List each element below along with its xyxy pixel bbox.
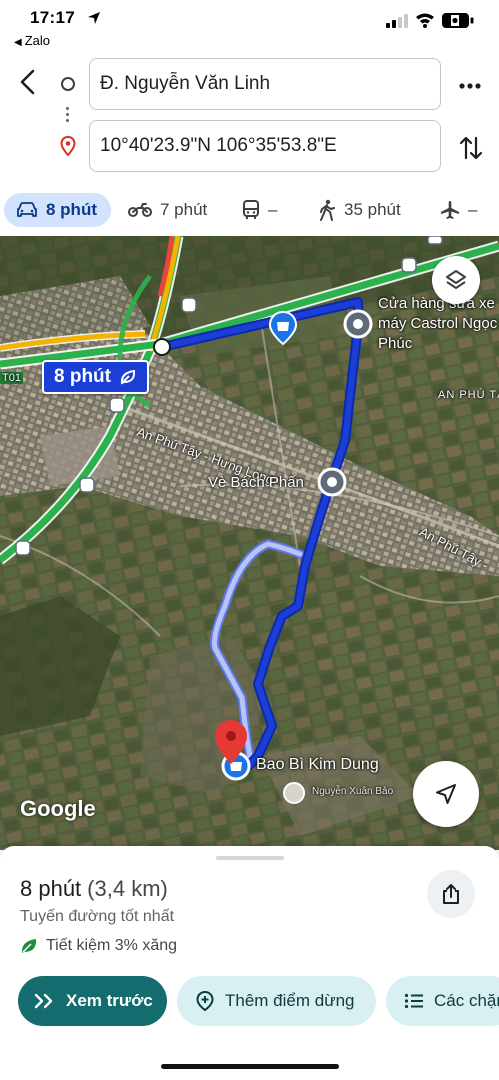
bus-icon xyxy=(243,200,259,219)
add-stop-label: Thêm điểm dừng xyxy=(225,991,355,1010)
back-to-app-link[interactable]: ◀ Zalo xyxy=(14,33,50,48)
wifi-icon xyxy=(416,13,434,28)
shop-name-label[interactable]: Cửa hàng sửa xe máy Castrol Ngọc Phúc xyxy=(378,294,499,354)
plane-icon xyxy=(441,201,459,219)
add-stop-button[interactable]: Thêm điểm dừng xyxy=(177,976,376,1026)
mode-flight-chip[interactable]: – xyxy=(440,193,477,227)
destination-place-label[interactable]: Bao Bì Kim Dung xyxy=(256,756,379,774)
fuel-saving-label: Tiết kiệm 3% xăng xyxy=(46,937,178,954)
waypoint-marker-icon[interactable] xyxy=(343,309,373,339)
route-description: Tuyến đường tốt nhất xyxy=(20,908,175,925)
origin-circle-icon xyxy=(61,77,75,91)
mode-motorbike-chip[interactable]: 7 phút xyxy=(128,193,207,227)
back-app-label: Zalo xyxy=(24,33,50,48)
back-triangle-icon: ◀ xyxy=(14,37,22,48)
origin-input[interactable]: Đ. Nguyễn Văn Linh xyxy=(89,58,441,110)
route-connector-dots xyxy=(66,104,70,124)
mode-walk-label: 35 phút xyxy=(344,200,401,219)
mode-flight-label: – xyxy=(468,200,478,219)
walk-icon xyxy=(320,199,335,221)
area-label: AN PHÚ TÂ xyxy=(438,389,499,401)
cellular-signal-icon xyxy=(386,14,408,28)
navigation-arrow-icon xyxy=(436,784,456,804)
mode-transit-chip[interactable]: – xyxy=(242,193,277,227)
status-bar: 17:17 ◀ Zalo xyxy=(0,0,499,52)
more-options-icon[interactable] xyxy=(455,74,485,98)
mode-motorbike-label: 7 phút xyxy=(160,200,208,219)
battery-icon xyxy=(442,13,474,28)
layers-button[interactable] xyxy=(432,256,480,304)
status-time: 17:17 xyxy=(30,8,75,27)
eco-leaf-icon xyxy=(120,369,136,385)
add-stop-pin-icon xyxy=(196,990,214,1012)
recenter-button[interactable] xyxy=(413,761,479,827)
swap-direction-icon[interactable] xyxy=(459,134,483,162)
route-panel: Đ. Nguyễn Văn Linh 10°40'23.9"N 106°35'5… xyxy=(0,52,499,182)
place-label[interactable]: Vè Bách Phấn xyxy=(208,474,304,491)
car-icon xyxy=(17,202,37,217)
route-time-label: 8 phút xyxy=(54,366,111,387)
mode-transit-label: – xyxy=(268,200,278,219)
preview-button-label: Xem trước xyxy=(66,991,153,1010)
route-summary-sheet: 8 phút (3,4 km) Tuyến đường tốt nhất Tiết… xyxy=(0,846,499,1080)
destination-pin-icon xyxy=(60,136,76,156)
back-arrow-icon[interactable] xyxy=(12,66,44,98)
destination-input[interactable]: 10°40'23.9"N 106°35'53.8"E xyxy=(89,120,441,172)
list-icon xyxy=(404,993,423,1009)
home-indicator[interactable] xyxy=(161,1064,339,1069)
eco-leaf-icon xyxy=(21,939,37,953)
highway-tag-label: T01 xyxy=(0,372,23,384)
mode-drive-chip[interactable]: 8 phút xyxy=(4,193,111,227)
share-icon xyxy=(443,884,459,904)
location-arrow-icon xyxy=(88,12,100,24)
double-chevron-icon xyxy=(34,993,53,1009)
waypoint-marker-icon[interactable] xyxy=(317,467,347,497)
user-name-label: Nguyễn Xuân Bảo xyxy=(312,786,394,797)
google-logo: Google xyxy=(20,796,96,821)
steps-label: Các chặng xyxy=(434,991,499,1010)
sheet-grabber[interactable] xyxy=(216,856,284,860)
preview-button[interactable]: Xem trước xyxy=(18,976,167,1026)
share-button[interactable] xyxy=(427,870,475,918)
summary-duration: 8 phút xyxy=(20,876,82,901)
mode-walk-chip[interactable]: 35 phút xyxy=(318,193,401,227)
layers-icon xyxy=(446,270,466,289)
summary-time: 8 phút (3,4 km) xyxy=(20,876,168,902)
route-time-badge[interactable]: 8 phút xyxy=(42,360,149,394)
motorbike-icon xyxy=(128,203,152,217)
steps-button[interactable]: Các chặng xyxy=(386,976,499,1026)
fuel-saving-note: Tiết kiệm 3% xăng xyxy=(20,937,177,955)
summary-distance: (3,4 km) xyxy=(87,876,168,901)
mode-drive-label: 8 phút xyxy=(46,200,97,219)
map-view[interactable]: T01 Cửa hàng sửa xe máy Castrol Ngọc Phú… xyxy=(0,236,499,850)
travel-mode-bar: 8 phút 7 phút – 35 phút – xyxy=(0,188,499,232)
